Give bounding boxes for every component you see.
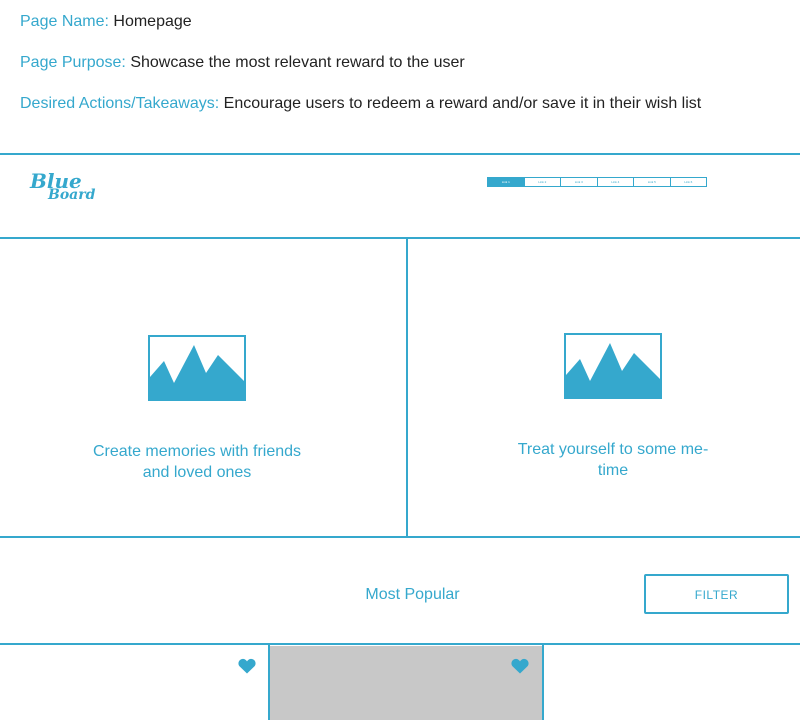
hero-image-placeholder-2[interactable] — [564, 333, 662, 399]
hero-caption-2-line-2: time — [597, 462, 629, 479]
page-purpose-line: Page Purpose: Showcase the most relevant… — [20, 53, 465, 73]
desired-actions-value: Encourage users to redeem a reward and/o… — [223, 95, 702, 112]
most-popular-heading: Most Popular — [365, 586, 460, 603]
page-name-line: Page Name: Homepage — [20, 12, 192, 32]
landscape-image-icon — [150, 345, 244, 399]
page-purpose-value: Showcase the most relevant reward to the… — [130, 54, 465, 71]
nav-link-3[interactable]: Link 3 — [560, 178, 597, 186]
desired-actions-key: Desired Actions/Takeaways: — [20, 95, 220, 112]
nav-link-2[interactable]: Link 2 — [523, 178, 561, 186]
page-name-value: Homepage — [113, 13, 192, 30]
top-nav: Link 1 Link 2 Link 3 Link 4 Link 5 Link … — [487, 177, 707, 187]
hero-image-placeholder-1[interactable] — [148, 335, 246, 401]
page-name-key: Page Name: — [20, 13, 109, 30]
nav-link-5[interactable]: Link 5 — [633, 178, 670, 186]
landscape-image-icon — [566, 343, 660, 397]
hero-caption-1-line-1: Create memories with friends — [92, 443, 302, 460]
reward-card-3[interactable] — [544, 646, 800, 720]
hero-divider — [406, 238, 408, 537]
nav-link-1[interactable]: Link 1 — [488, 178, 524, 186]
filter-button[interactable]: FILTER — [644, 574, 789, 614]
nav-link-4[interactable]: Link 4 — [596, 178, 634, 186]
heart-icon[interactable] — [511, 658, 529, 674]
popular-bottom-border — [0, 643, 800, 645]
logo-board-text: Board — [47, 187, 96, 203]
heart-icon[interactable] — [238, 658, 256, 674]
nav-link-6[interactable]: Link 6 — [669, 178, 707, 186]
page-purpose-key: Page Purpose: — [20, 54, 126, 71]
hero-bottom-border — [0, 536, 800, 538]
hero-caption-2[interactable]: Treat yourself to some me- time — [483, 439, 743, 481]
reward-card-1[interactable] — [0, 646, 268, 720]
blueboard-logo[interactable]: Blue Board — [28, 168, 98, 204]
hero-caption-1-line-2: and loved ones — [142, 464, 252, 481]
reward-card-2[interactable] — [270, 646, 542, 720]
hero-caption-2-line-1: Treat yourself to some me- — [517, 441, 709, 458]
header-bottom-border — [0, 237, 800, 239]
hero-caption-1[interactable]: Create memories with friends and loved o… — [67, 441, 327, 483]
desired-actions-line: Desired Actions/Takeaways: Encourage use… — [20, 94, 701, 114]
wireframe-top-border — [0, 153, 800, 155]
